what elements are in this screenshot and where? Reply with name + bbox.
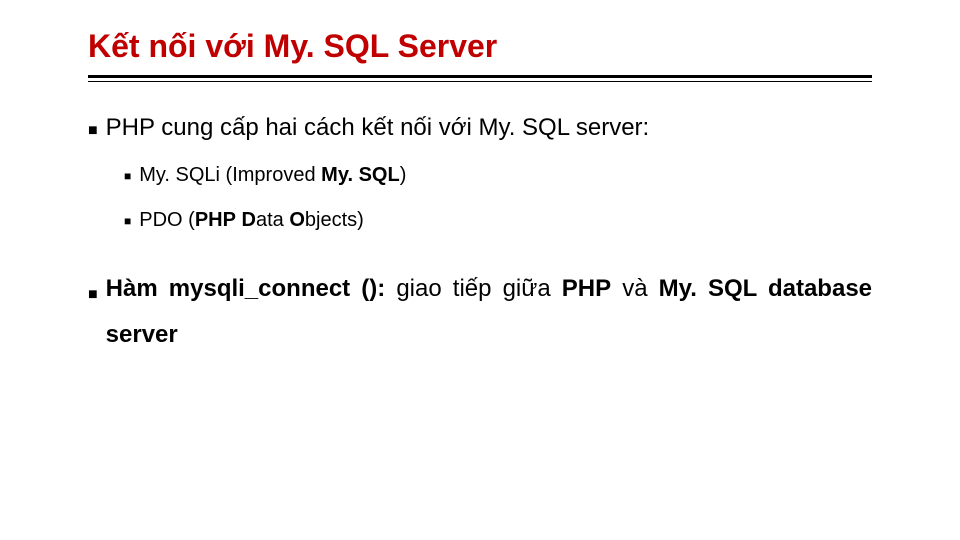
text-span-bold: O <box>289 209 305 231</box>
square-bullet-icon: ■ <box>124 168 131 184</box>
bullet-text: My. SQLi (Improved My. SQL) <box>139 162 406 189</box>
title-rule-bottom <box>88 81 872 82</box>
bullet-level2: ■ My. SQLi (Improved My. SQL) <box>124 162 872 189</box>
title-rule-top <box>88 75 872 78</box>
bullet-level1: ■ PHP cung cấp hai cách kết nối với My. … <box>88 112 872 144</box>
text-span: ) <box>400 164 407 186</box>
text-span: PDO ( <box>139 209 195 231</box>
square-bullet-icon: ■ <box>124 213 131 229</box>
square-bullet-icon: ■ <box>88 280 98 310</box>
bullet-level2: ■ PDO (PHP Data Objects) <box>124 207 872 234</box>
bullet-text: PDO (PHP Data Objects) <box>139 207 364 234</box>
text-span-bold: PHP <box>195 209 236 231</box>
text-span-bold: PHP <box>562 275 611 302</box>
text-span-bold: D <box>242 209 256 231</box>
bullet-level1: ■ Hàm mysqli_connect (): giao tiếp giữa … <box>88 266 872 357</box>
slide-title: Kết nối với My. SQL Server <box>88 28 872 71</box>
text-span: bjects) <box>305 209 364 231</box>
text-span: ata <box>256 209 289 231</box>
text-span: và <box>611 275 659 302</box>
bullet-text: PHP cung cấp hai cách kết nối với My. SQ… <box>106 112 650 144</box>
text-span: giao tiếp giữa <box>385 275 562 302</box>
text-span-bold: Hàm mysqli_connect (): <box>106 275 386 302</box>
text-span: My. SQLi (Improved <box>139 164 321 186</box>
square-bullet-icon: ■ <box>88 120 98 142</box>
text-span-bold: My. SQL <box>321 164 400 186</box>
bullet-text: Hàm mysqli_connect (): giao tiếp giữa PH… <box>106 266 872 357</box>
